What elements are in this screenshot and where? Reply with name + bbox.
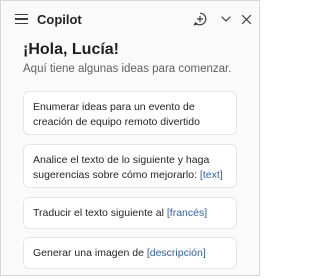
close-icon xyxy=(241,14,251,24)
suggestion-placeholder: [text] xyxy=(199,169,223,181)
suggestion-card-analyze-text[interactable]: Analice el texto de lo siguiente y haga … xyxy=(23,144,237,188)
suggestion-card-team-event[interactable]: Enumerar ideas para un evento de creació… xyxy=(23,91,237,135)
greeting-heading: ¡Hola, Lucía! xyxy=(23,41,120,58)
copilot-pane: Copilot ¡Hola, Lucía! Aquí tiene algunas… xyxy=(0,0,260,276)
minimize-button[interactable] xyxy=(217,10,235,28)
suggestion-placeholder: [descripción] xyxy=(146,247,206,259)
new-chat-button[interactable] xyxy=(191,10,209,28)
greeting-subtitle: Aquí tiene algunas ideas para comenzar. xyxy=(23,63,232,75)
suggestion-placeholder: [francés] xyxy=(166,207,208,219)
suggestion-text: Enumerar ideas para un evento de creació… xyxy=(33,101,200,128)
app-title: Copilot xyxy=(37,12,82,27)
chevron-down-icon xyxy=(221,16,231,22)
suggestion-text: Traducir el texto siguiente al xyxy=(33,207,167,219)
hamburger-menu-icon[interactable] xyxy=(15,14,28,24)
suggestion-card-translate[interactable]: Traducir el texto siguiente al [francés] xyxy=(23,197,237,229)
copilot-header: Copilot xyxy=(1,1,259,37)
new-chat-icon xyxy=(193,12,207,26)
suggestion-text: Generar una imagen de xyxy=(33,247,147,259)
suggestion-text: Analice el texto de lo siguiente y haga … xyxy=(33,154,210,181)
suggestion-card-generate-image[interactable]: Generar una imagen de [descripción] xyxy=(23,237,237,269)
close-button[interactable] xyxy=(237,10,255,28)
